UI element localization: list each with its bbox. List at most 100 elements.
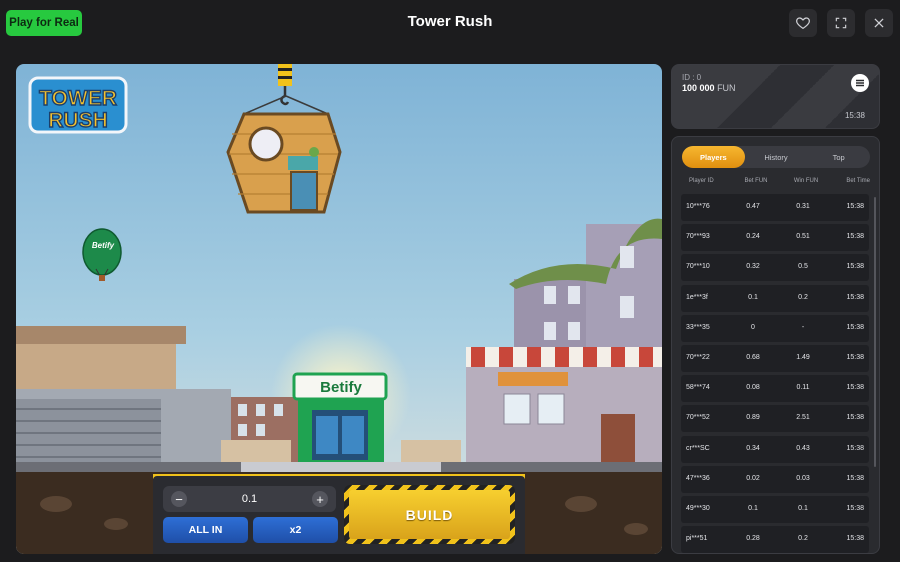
- cell-bet: 0.28: [746, 535, 760, 543]
- cell-bet-time: 15:38: [846, 444, 864, 452]
- cell-win: 0.11: [796, 384, 810, 392]
- cell-bet-time: 15:38: [846, 233, 864, 241]
- cell-bet: 0.47: [746, 203, 760, 210]
- cell-bet-time: 15:38: [846, 384, 864, 392]
- header-bet: Bet FUN: [744, 178, 768, 184]
- table-row: 58***74 0.08 0.11 15:38: [681, 375, 869, 403]
- players-scrollbar[interactable]: [874, 197, 876, 467]
- cell-win: 0.2: [798, 293, 808, 301]
- cell-bet: 0.1: [748, 504, 758, 512]
- cell-bet-time: 15:38: [846, 353, 864, 361]
- cell-player-id: 10***76: [686, 203, 710, 210]
- table-row: cr***SC 0.34 0.43 15:38: [681, 435, 869, 463]
- fullscreen-icon: [835, 17, 847, 29]
- cell-win: 0.43: [796, 444, 810, 452]
- cell-player-id: 70***10: [686, 263, 710, 271]
- cell-bet-time: 15:38: [846, 203, 864, 210]
- balloon-label: Betify: [92, 241, 115, 250]
- cell-player-id: 70***22: [686, 353, 710, 361]
- game-title: Tower Rush: [407, 13, 493, 30]
- account-panel: ID : 0 100 000 FUN 15:38: [671, 64, 880, 129]
- cell-win: 1.49: [796, 353, 810, 361]
- cell-bet-time: 15:38: [846, 323, 864, 331]
- kiosk-sign: Betify: [320, 379, 362, 396]
- cell-bet: 0.24: [746, 233, 760, 241]
- hamburger-icon: [856, 79, 864, 87]
- cell-bet: 0: [751, 323, 755, 331]
- increase-bet-button[interactable]: +: [311, 491, 328, 507]
- fullscreen-button[interactable]: [827, 9, 855, 37]
- all-in-button[interactable]: ALL IN: [163, 517, 248, 543]
- double-bet-button[interactable]: x2: [253, 517, 338, 543]
- logo-text-tower: TOWER: [39, 87, 117, 110]
- cell-win: 0.2: [798, 535, 808, 543]
- decrease-bet-button[interactable]: −: [171, 491, 187, 507]
- cell-win: 0.1: [798, 504, 808, 512]
- cell-bet-time: 15:38: [846, 263, 864, 271]
- hot-air-balloon: [82, 228, 122, 281]
- cell-win: 0.03: [796, 474, 810, 482]
- players-panel: Players History Top Player ID Bet FUN Wi…: [671, 136, 880, 554]
- cell-player-id: 70***52: [686, 414, 710, 422]
- cell-player-id: pi***51: [686, 535, 708, 543]
- cell-bet-time: 15:38: [846, 293, 864, 301]
- close-button[interactable]: [865, 9, 893, 37]
- cell-bet: 0.34: [746, 444, 760, 452]
- table-row: 33***35 0 - 15:38: [681, 314, 869, 342]
- cell-bet-time: 15:38: [846, 504, 864, 512]
- cell-win: 0.31: [796, 203, 810, 210]
- cell-bet: 0.89: [746, 414, 760, 422]
- cell-player-id: cr***SC: [686, 444, 710, 452]
- logo-text-rush: RUSH: [48, 109, 108, 132]
- top-bar: Play for Real Tower Rush: [0, 0, 900, 46]
- favorite-button[interactable]: [789, 9, 817, 37]
- header-player-id: Player ID: [689, 178, 714, 184]
- header-win: Win FUN: [793, 178, 819, 184]
- tab-history[interactable]: History: [745, 146, 808, 168]
- cell-bet: 0.02: [746, 474, 760, 482]
- players-tabs: Players History Top: [682, 146, 870, 168]
- cell-player-id: 49***30: [686, 504, 710, 512]
- cell-bet-time: 15:38: [846, 414, 864, 422]
- table-row: 70***52 0.89 2.51 15:38: [681, 405, 869, 433]
- cell-player-id: 58***74: [686, 384, 710, 392]
- account-balance: 100 000 FUN: [682, 83, 736, 93]
- account-time: 15:38: [844, 111, 865, 120]
- table-row: 47***36 0.02 0.03 15:38: [681, 465, 869, 493]
- cell-bet: 0.08: [746, 384, 760, 392]
- cell-player-id: 47***36: [686, 474, 710, 482]
- tab-top[interactable]: Top: [807, 146, 870, 168]
- bet-amount-stepper[interactable]: − 0.1 +: [163, 486, 336, 512]
- build-button[interactable]: BUILD: [344, 485, 515, 544]
- cell-player-id: 33***35: [686, 323, 710, 331]
- tab-players[interactable]: Players: [682, 146, 745, 168]
- cell-bet-time: 15:38: [846, 535, 864, 543]
- table-row: pi***51 0.28 0.2 15:38: [681, 526, 869, 554]
- table-row: 70***22 0.68 1.49 15:38: [681, 344, 869, 372]
- account-id: ID : 0: [682, 73, 702, 82]
- table-row: 70***10 0.32 0.5 15:38: [681, 254, 869, 282]
- cell-bet: 0.68: [746, 353, 760, 361]
- bet-amount-value: 0.1: [241, 493, 258, 505]
- cell-win: 0.51: [796, 233, 810, 241]
- build-button-label: BUILD: [349, 490, 510, 539]
- table-header: Player ID Bet FUN Win FUN Bet Time: [684, 178, 870, 188]
- close-icon: [874, 18, 884, 28]
- cell-win: 0.5: [798, 263, 808, 271]
- menu-button[interactable]: [851, 74, 869, 92]
- table-row: 49***30 0.1 0.1 15:38: [681, 495, 869, 523]
- cell-bet: 0.32: [746, 263, 760, 271]
- cell-player-id: 1e***3f: [686, 293, 708, 301]
- hanging-house-block: [226, 112, 342, 214]
- cell-win: 2.51: [796, 414, 810, 422]
- heart-icon: [796, 17, 810, 30]
- cell-bet: 0.1: [748, 293, 758, 301]
- players-table: 10***76 0.47 0.31 15:38 70***93 0.24 0.51 15:38…: [681, 194, 869, 556]
- cell-win: -: [801, 323, 805, 331]
- header-bet-time: Bet Time: [846, 178, 870, 184]
- table-row: 70***93 0.24 0.51 15:38: [681, 224, 869, 252]
- balance-amount: 100 000: [682, 83, 715, 93]
- cell-bet-time: 15:38: [846, 474, 864, 482]
- cell-player-id: 70***93: [686, 233, 710, 241]
- balance-currency: FUN: [717, 83, 736, 93]
